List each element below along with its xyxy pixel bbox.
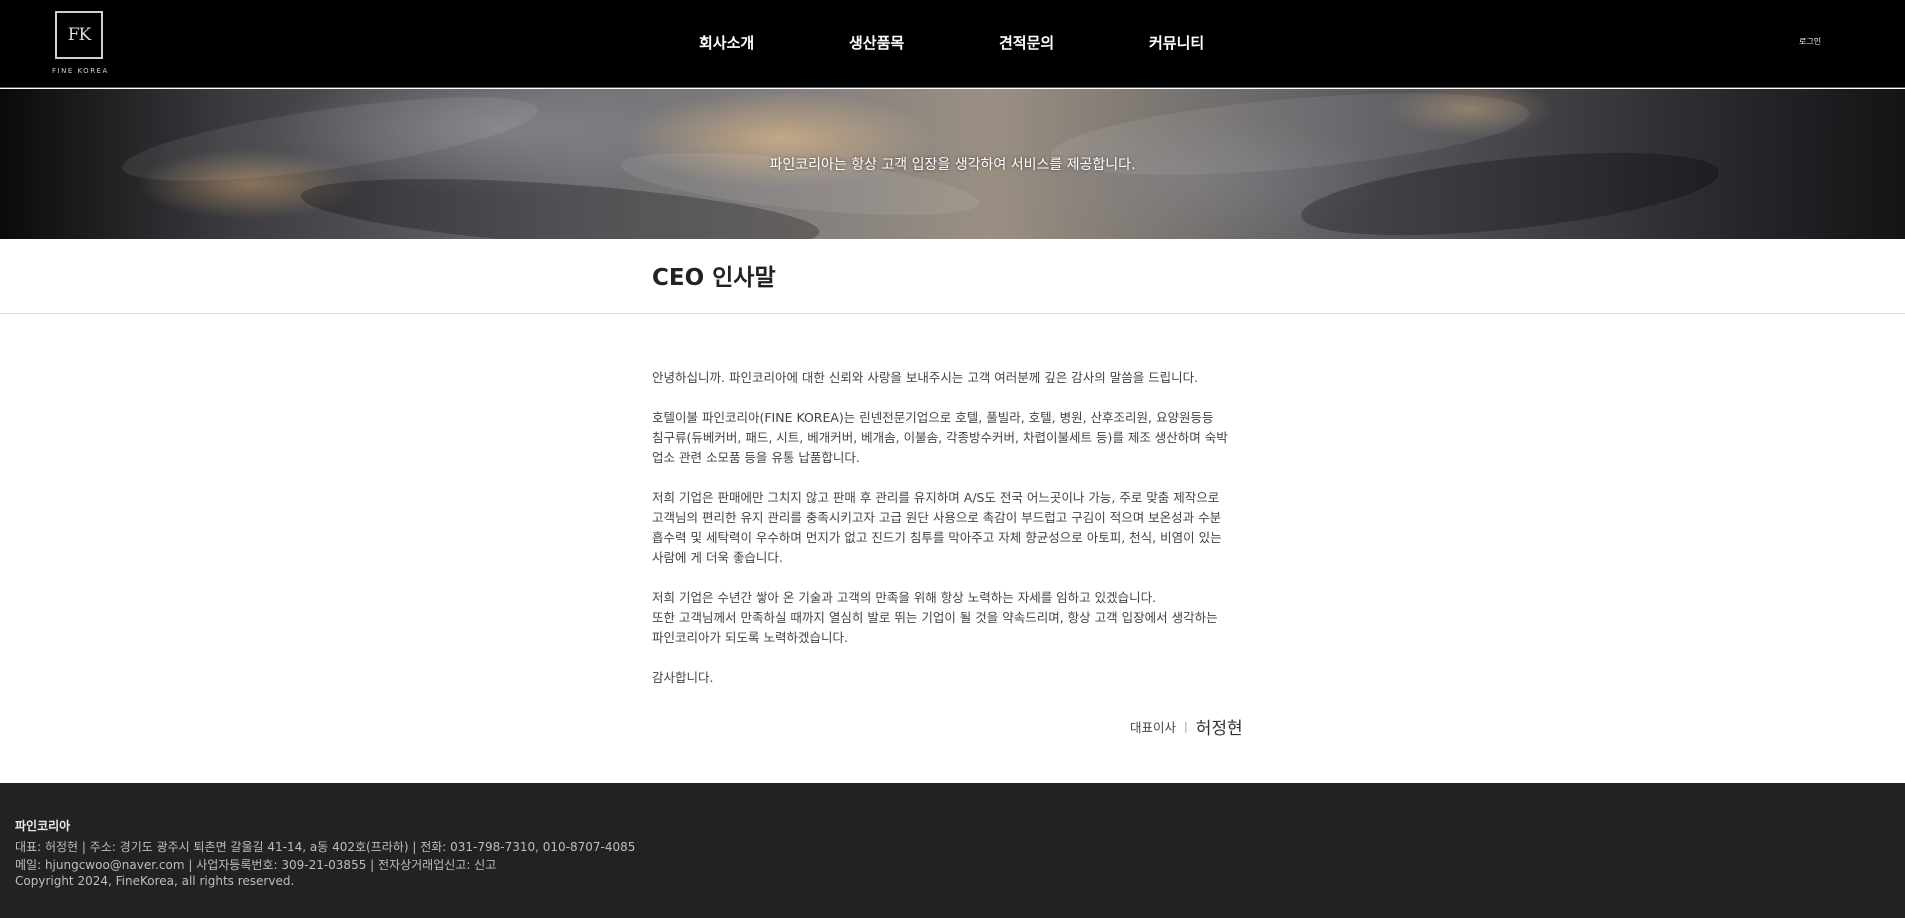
nav-item-about[interactable]: 회사소개 xyxy=(699,32,754,53)
title-divider xyxy=(0,313,1905,314)
greeting-line: 저희 기업은 수년간 쌓아 온 기술과 고객의 만족을 위해 항상 노력하는 자… xyxy=(652,590,1157,605)
signature-role: 대표이사 xyxy=(1130,720,1177,735)
footer-copyright: Copyright 2024, FineKorea, all rights re… xyxy=(15,874,295,888)
greeting-line: 안녕하십니까. 파인코리아에 대한 신뢰와 사랑을 보내주시는 고객 여러분께 … xyxy=(652,370,1199,385)
nav-item-quote[interactable]: 견적문의 xyxy=(999,32,1054,53)
footer-address-line: 대표: 허정현 | 주소: 경기도 광주시 퇴촌면 갈울길 41-14, a동 … xyxy=(15,840,636,854)
footer-company-name: 파인코리아 xyxy=(15,819,71,833)
greeting-paragraph: 감사합니다. xyxy=(652,668,1262,688)
signature-separator: | xyxy=(1184,720,1188,733)
ceo-signature: 대표이사 | 허정현 xyxy=(1130,714,1243,739)
ceo-greeting: 안녕하십니까. 파인코리아에 대한 신뢰와 사랑을 보내주시는 고객 여러분께 … xyxy=(652,368,1262,708)
greeting-paragraph: 호텔이불 파인코리아(FINE KOREA)는 린넨전문기업으로 호텔, 풀빌라… xyxy=(652,408,1262,468)
footer-registration-line: 메일: hjungcwoo@naver.com | 사업자등록번호: 309-2… xyxy=(15,858,497,872)
greeting-paragraph: 저희 기업은 수년간 쌓아 온 기술과 고객의 만족을 위해 항상 노력하는 자… xyxy=(652,588,1262,648)
site-footer: 파인코리아 대표: 허정현 | 주소: 경기도 광주시 퇴촌면 갈울길 41-1… xyxy=(0,783,1905,918)
hero-banner: 파인코리아는 항상 고객 입장을 생각하여 서비스를 제공합니다. xyxy=(0,89,1905,239)
greeting-line: 저희 기업은 판매에만 그치지 않고 판매 후 관리를 유지하며 A/S도 전국… xyxy=(652,490,1220,505)
greeting-line: 파인코리아가 되도록 노력하겠습니다. xyxy=(652,630,848,645)
greeting-paragraph: 저희 기업은 판매에만 그치지 않고 판매 후 관리를 유지하며 A/S도 전국… xyxy=(652,488,1262,568)
signature-name: 허정현 xyxy=(1195,719,1243,739)
page-title: CEO 인사말 xyxy=(652,265,776,291)
main-nav: 회사소개 생산품목 견적문의 커뮤니티 xyxy=(0,0,1905,88)
greeting-line: 흡수력 및 세탁력이 우수하며 먼지가 없고 진드기 침투를 막아주고 자체 향… xyxy=(652,530,1222,545)
greeting-line: 고객님의 편리한 유지 관리를 충족시키고자 고급 원단 사용으로 촉감이 부드… xyxy=(652,510,1222,525)
nav-item-products[interactable]: 생산품목 xyxy=(849,32,904,53)
greeting-line: 침구류(듀베커버, 패드, 시트, 베개커버, 베개솜, 이불솜, 각종방수커버… xyxy=(652,430,1228,445)
greeting-line: 사람에 게 더욱 좋습니다. xyxy=(652,550,783,565)
login-link[interactable]: 로그인 xyxy=(1799,36,1821,47)
greeting-line: 감사합니다. xyxy=(652,670,714,685)
site-header: FK FINE KOREA 회사소개 생산품목 견적문의 커뮤니티 로그인 xyxy=(0,0,1905,88)
nav-item-community[interactable]: 커뮤니티 xyxy=(1149,32,1204,53)
greeting-paragraph: 안녕하십니까. 파인코리아에 대한 신뢰와 사랑을 보내주시는 고객 여러분께 … xyxy=(652,368,1262,388)
greeting-line: 또한 고객님께서 만족하실 때까지 열심히 발로 뛰는 기업이 될 것을 약속드… xyxy=(652,610,1218,625)
greeting-line: 업소 관련 소모품 등을 유통 납품합니다. xyxy=(652,450,860,465)
greeting-line: 호텔이불 파인코리아(FINE KOREA)는 린넨전문기업으로 호텔, 풀빌라… xyxy=(652,410,1214,425)
hero-tagline: 파인코리아는 항상 고객 입장을 생각하여 서비스를 제공합니다. xyxy=(769,157,1136,173)
